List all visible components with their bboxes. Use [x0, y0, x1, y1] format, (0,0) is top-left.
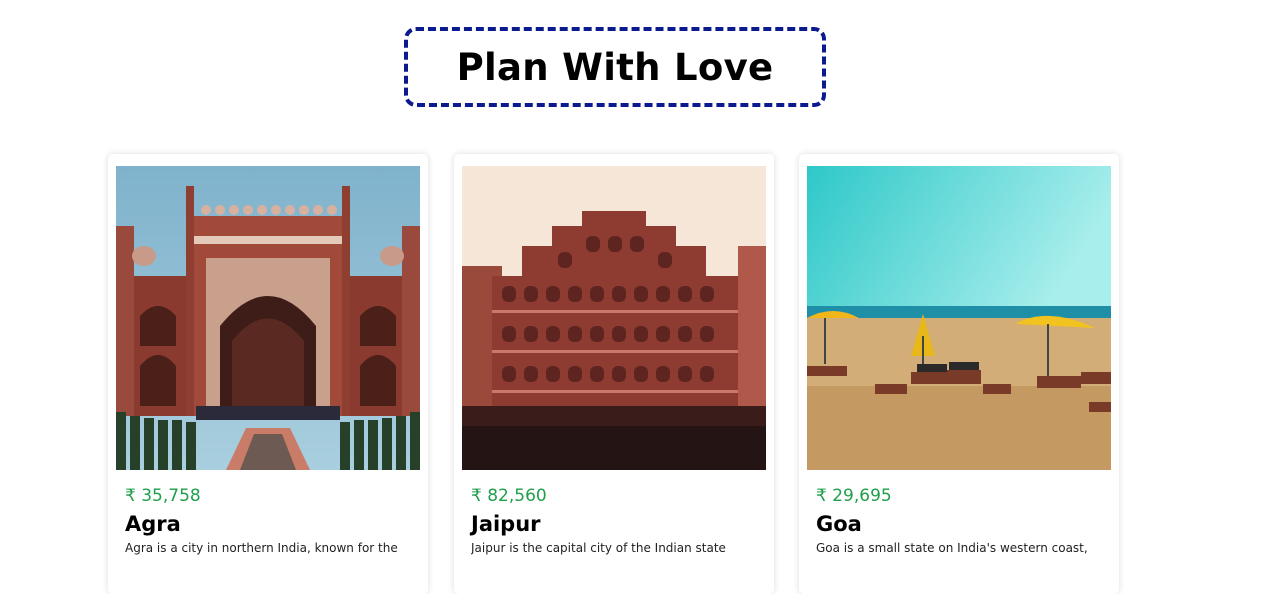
tour-description: Jaipur is the capital city of the Indian…: [471, 541, 726, 555]
tour-card-jaipur[interactable]: ₹ 82,560 Jaipur Jaipur is the capital ci…: [454, 154, 774, 594]
tour-card-agra[interactable]: ₹ 35,758 Agra Agra is a city in northern…: [108, 154, 428, 594]
tour-name: Agra: [125, 512, 181, 536]
tour-image-jaipur[interactable]: [462, 166, 766, 470]
page-title: Plan With Love: [456, 45, 774, 89]
tour-card-goa[interactable]: ₹ 29,695 Goa Goa is a small state on Ind…: [799, 154, 1119, 594]
tour-image-goa[interactable]: [807, 166, 1111, 470]
tour-price: ₹ 35,758: [125, 486, 201, 506]
tour-image-agra[interactable]: [116, 166, 420, 470]
page-title-box: Plan With Love: [404, 27, 826, 107]
tour-description: Agra is a city in northern India, known …: [125, 541, 398, 555]
tour-description: Goa is a small state on India's western …: [816, 541, 1088, 555]
hawa-mahal-image: [462, 166, 766, 470]
tour-name: Goa: [816, 512, 862, 536]
goa-beach-image: [807, 166, 1111, 470]
tour-price: ₹ 29,695: [816, 486, 892, 506]
taj-mahal-gate-image: [116, 166, 420, 470]
tour-name: Jaipur: [471, 512, 541, 536]
tour-price: ₹ 82,560: [471, 486, 547, 506]
